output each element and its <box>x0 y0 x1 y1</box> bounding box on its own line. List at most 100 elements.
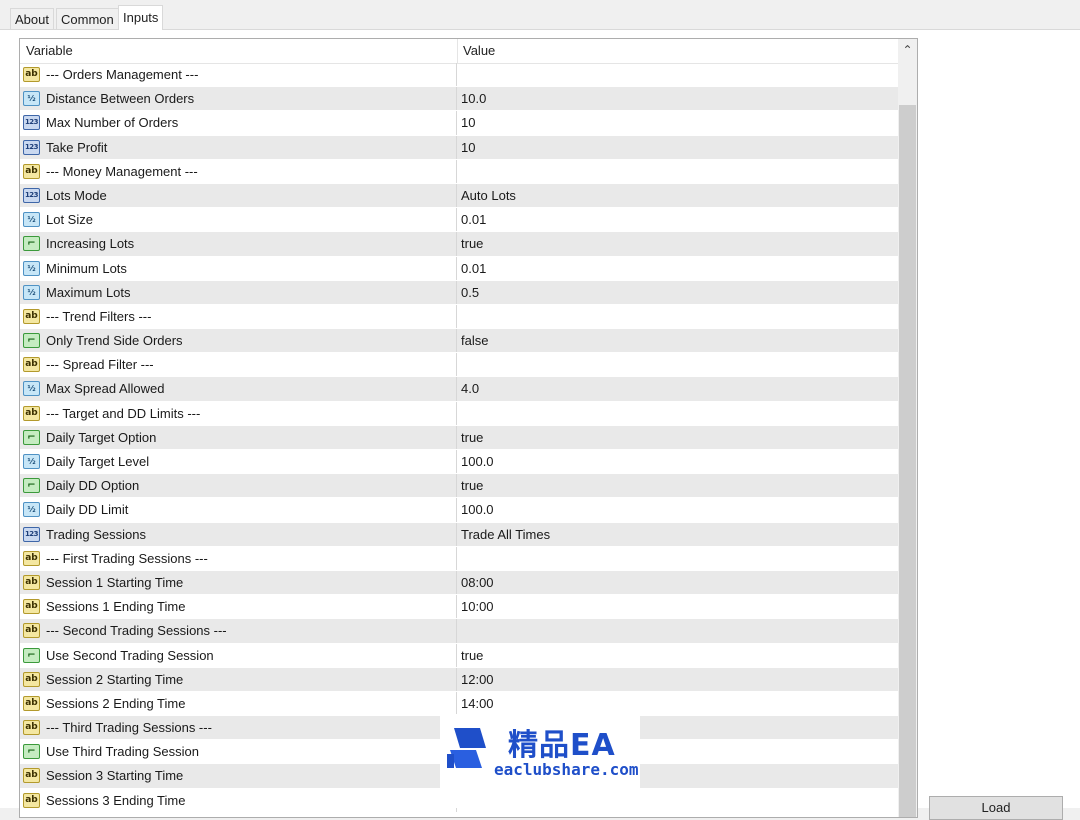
bool-type-icon: ⌐ <box>23 647 40 663</box>
bool-type-icon: ⌐ <box>23 333 40 349</box>
variable-value[interactable]: 100.0 <box>461 498 494 522</box>
variable-value[interactable]: 10 <box>461 136 475 160</box>
variable-value[interactable]: 4.0 <box>461 377 479 401</box>
variable-value[interactable]: 08:00 <box>461 571 494 595</box>
column-header-variable[interactable]: Variable <box>26 39 73 63</box>
variable-value[interactable]: Auto Lots <box>461 184 516 208</box>
table-row[interactable]: ½ Daily DD Limit 100.0 <box>20 498 898 523</box>
string-type-icon: ab <box>23 163 40 179</box>
variable-value[interactable]: true <box>461 426 483 450</box>
variable-name: Max Spread Allowed <box>46 381 165 397</box>
variable-name: Lot Size <box>46 212 93 228</box>
variable-name: Daily DD Option <box>46 478 140 494</box>
double-type-icon: ½ <box>23 284 40 300</box>
table-row[interactable]: ⌐ Daily DD Option true <box>20 474 898 499</box>
string-type-icon: ab <box>23 768 40 784</box>
variable-value[interactable]: 10.0 <box>461 87 486 111</box>
double-type-icon: ½ <box>23 260 40 276</box>
table-row[interactable]: ab Session 1 Starting Time 08:00 <box>20 570 898 596</box>
variable-value[interactable]: true <box>461 644 483 668</box>
string-type-icon: ab <box>23 599 40 615</box>
variable-name: --- Orders Management --- <box>46 67 199 82</box>
watermark-title: 精品EA <box>508 728 616 763</box>
variable-value[interactable]: true <box>461 474 483 498</box>
table-row[interactable]: ⌐ Daily Target Option true <box>20 425 898 450</box>
table-row[interactable]: ⌐ Use Second Trading Session true <box>20 643 898 668</box>
variable-name: --- First Trading Sessions --- <box>46 550 208 566</box>
table-row[interactable]: ab Sessions 1 Ending Time 10:00 <box>20 595 898 620</box>
variable-value[interactable]: 100.0 <box>461 450 494 474</box>
table-row[interactable]: ½ Lot Size 0.01 <box>20 208 898 233</box>
table-row[interactable]: 123 Max Number of Orders 10 <box>20 111 898 136</box>
string-type-icon: ab <box>23 792 40 808</box>
variable-name: Session 1 Starting Time <box>46 574 184 590</box>
list-header: Variable Value <box>20 39 898 64</box>
scroll-up-arrow-icon[interactable]: ⌃ <box>898 39 917 61</box>
variable-value[interactable]: 14:00 <box>461 692 494 716</box>
variable-name: Use Second Trading Session <box>46 647 214 663</box>
table-row[interactable]: ab --- First Trading Sessions --- <box>20 546 898 571</box>
bool-type-icon: ⌐ <box>23 478 40 494</box>
column-separator[interactable] <box>457 39 458 63</box>
variable-name: Take Profit <box>46 139 108 155</box>
table-row[interactable]: ½ Max Spread Allowed 4.0 <box>20 377 898 402</box>
string-type-icon: ab <box>23 67 40 82</box>
double-type-icon: ½ <box>23 212 40 228</box>
tab-inputs[interactable]: Inputs <box>118 5 164 30</box>
variable-name: --- Target and DD Limits --- <box>46 405 201 421</box>
string-type-icon: ab <box>23 308 40 324</box>
variable-name: Minimum Lots <box>46 260 127 276</box>
variable-value[interactable]: 10 <box>461 111 475 135</box>
watermark-url: eaclubshare.com <box>494 760 639 779</box>
table-row[interactable]: ab --- Orders Management --- <box>20 63 898 88</box>
load-button[interactable]: Load <box>929 796 1063 820</box>
variable-name: Daily DD Limit <box>46 502 129 518</box>
variable-value[interactable]: true <box>461 232 483 256</box>
table-row[interactable]: ½ Distance Between Orders 10.0 <box>20 87 898 112</box>
tab-about[interactable]: About <box>10 8 54 29</box>
variable-value[interactable]: 12:00 <box>461 668 494 692</box>
table-row[interactable]: ⌐ Increasing Lots true <box>20 232 898 257</box>
double-type-icon: ½ <box>23 91 40 107</box>
watermark: 精品EA eaclubshare.com <box>440 714 640 808</box>
variable-value[interactable]: 0.5 <box>461 281 479 305</box>
variable-name: Session 2 Starting Time <box>46 671 184 687</box>
scrollbar-thumb[interactable] <box>899 105 916 817</box>
string-type-icon: ab <box>23 623 40 639</box>
variable-value[interactable]: Trade All Times <box>461 523 550 547</box>
variable-name: Session 3 Starting Time <box>46 768 184 784</box>
variable-name: Use Third Trading Session <box>46 744 199 760</box>
table-row[interactable]: ½ Minimum Lots 0.01 <box>20 256 898 281</box>
table-row[interactable]: ⌐ Only Trend Side Orders false <box>20 329 898 354</box>
variable-name: --- Spread Filter --- <box>46 357 154 373</box>
string-type-icon: ab <box>23 695 40 711</box>
vertical-scrollbar[interactable]: ⌃ <box>898 39 917 817</box>
table-row[interactable]: ab Sessions 2 Ending Time 14:00 <box>20 691 898 717</box>
table-row[interactable]: ab --- Money Management --- <box>20 159 898 184</box>
variable-value[interactable]: 10:00 <box>461 595 494 619</box>
table-row[interactable]: ab --- Spread Filter --- <box>20 353 898 378</box>
table-row[interactable]: 123 Take Profit 10 <box>20 135 898 160</box>
variable-name: --- Second Trading Sessions --- <box>46 623 227 639</box>
string-type-icon: ab <box>23 550 40 566</box>
table-row[interactable]: ½ Daily Target Level 100.0 <box>20 450 898 475</box>
variable-value[interactable]: 0.01 <box>461 257 486 281</box>
table-row[interactable]: 123 Lots Mode Auto Lots <box>20 183 898 209</box>
table-row[interactable]: ab --- Second Trading Sessions --- <box>20 619 898 644</box>
string-type-icon: ab <box>23 671 40 687</box>
table-row[interactable]: ab Session 2 Starting Time 12:00 <box>20 667 898 692</box>
inputs-list[interactable]: Variable Value ab --- Orders Management -… <box>19 38 918 818</box>
variable-value[interactable]: false <box>461 329 488 353</box>
table-row[interactable]: ab --- Trend Filters --- <box>20 304 898 330</box>
double-type-icon: ½ <box>23 502 40 518</box>
table-row[interactable]: ½ Maximum Lots 0.5 <box>20 280 898 305</box>
column-header-value[interactable]: Value <box>463 39 495 63</box>
tab-common[interactable]: Common <box>56 8 119 29</box>
variable-name: Sessions 2 Ending Time <box>46 695 186 711</box>
tab-bar: About Common Inputs <box>0 0 1080 30</box>
variable-value[interactable]: 0.01 <box>461 208 486 232</box>
string-type-icon: ab <box>23 574 40 590</box>
string-type-icon: ab <box>23 405 40 421</box>
table-row[interactable]: 123 Trading Sessions Trade All Times <box>20 522 898 547</box>
table-row[interactable]: ab --- Target and DD Limits --- <box>20 401 898 426</box>
